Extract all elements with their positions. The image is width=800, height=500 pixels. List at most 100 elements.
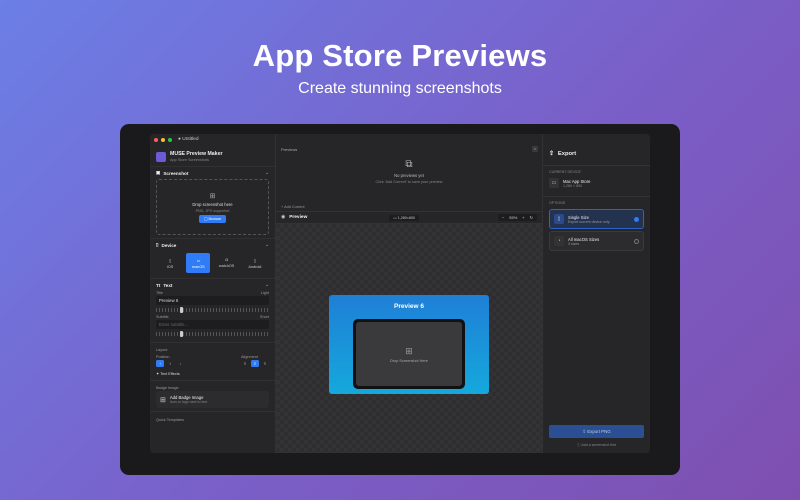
current-device: ▭ Mac App Store 1,280 × 800	[543, 176, 650, 197]
phone-icon: ▯	[169, 258, 172, 263]
title-size-slider[interactable]	[156, 307, 269, 313]
title-input[interactable]: Preview 6	[156, 296, 269, 305]
position-label: Position	[156, 355, 170, 359]
image-placeholder-icon: ⊞	[405, 345, 413, 356]
preview-canvas: Preview 6 ⊞ Drop Screenshot Here	[276, 224, 542, 453]
subtitle-weight[interactable]: Short	[260, 315, 269, 319]
export-icon: ⇪	[549, 151, 554, 157]
title-label: Title	[156, 291, 164, 295]
screenshot-section-header[interactable]: ▣ Screenshot ⌄	[156, 170, 269, 176]
app-subtitle: App Store Screenshots	[170, 158, 210, 162]
device-section-header[interactable]: ▯ Device ⌄	[156, 242, 269, 248]
zoom-controls: − 55% + ↻	[497, 214, 537, 221]
device-section: ▯ Device ⌄ ▯ iOS ▭ macOS ◘ watchOS ▯ Android	[150, 238, 275, 278]
option-single-size[interactable]: ▯ Single Size Export current device only	[549, 209, 644, 229]
reset-zoom-icon[interactable]: ↻	[530, 215, 533, 220]
device-option-macos[interactable]: ▭ macOS	[186, 253, 211, 273]
preview-title: Preview	[289, 215, 308, 220]
title-weight[interactable]: Light	[261, 291, 269, 295]
eye-icon: ◉	[281, 215, 286, 220]
app-header: MUSE Preview Maker App Store Screenshots	[150, 145, 275, 166]
option-title: All macOS Sizes	[568, 236, 600, 242]
position-top-button[interactable]: ↑	[156, 360, 164, 367]
radio-selected[interactable]	[634, 216, 639, 222]
collapse-previews-button[interactable]: ×	[532, 146, 538, 152]
device-option-android[interactable]: ▯ Android	[243, 253, 267, 273]
card-title: Preview 6	[394, 303, 424, 310]
text-section-header[interactable]: Tt Text ⌄	[156, 282, 269, 288]
device-icon: ▯	[156, 242, 159, 247]
device-mockup: ⊞ Drop Screenshot Here	[353, 319, 465, 389]
previews-empty-state: ⧉ No previews yet Click 'Add Current' to…	[276, 159, 542, 184]
radio-unselected[interactable]	[634, 238, 639, 244]
image-add-icon: ⊞	[160, 396, 166, 404]
subtitle-input[interactable]: Enter subtitle...	[156, 320, 269, 329]
slider-knob[interactable]	[180, 307, 183, 313]
browse-button[interactable]: ▢ Browse	[198, 214, 227, 223]
position-bottom-button[interactable]: ↓	[176, 360, 184, 367]
device-option-watchos[interactable]: ◘ watchOS	[215, 253, 239, 273]
empty-title: No previews yet	[394, 173, 424, 178]
previews-title: Previews	[281, 147, 298, 152]
zoom-out-button[interactable]: −	[502, 215, 504, 220]
add-current-button[interactable]: + Add Current	[281, 205, 305, 209]
position-center-button[interactable]: ↕	[166, 360, 174, 367]
laptop-icon: ▭	[549, 178, 559, 188]
quick-templates-label[interactable]: Quick Templates	[156, 418, 184, 422]
device-size: 1,280 × 800	[563, 183, 583, 188]
layout-label: Layout	[156, 348, 168, 352]
hero-title: App Store Previews	[252, 38, 548, 73]
app-name: MUSE Preview Maker	[170, 151, 223, 157]
center-panel: Previews × ⧉ No previews yet Click 'Add …	[276, 134, 542, 453]
titlebar: ● Untitled	[150, 134, 275, 145]
options-label: OPTIONS	[549, 201, 566, 205]
window-title: ● Untitled	[178, 137, 199, 142]
drop-subtitle: PNG, JPG supported	[195, 208, 230, 213]
image-icon: ▣	[156, 170, 161, 175]
align-left-button[interactable]: ≡	[241, 360, 249, 367]
chevron-down-icon: ⌄	[265, 242, 269, 247]
screenshot-drop-zone[interactable]: ⊞ Drop screenshot here PNG, JPG supporte…	[156, 179, 269, 235]
option-subtitle: Export current device only	[568, 219, 610, 224]
screenshot-drop-target[interactable]: ⊞ Drop Screenshot Here	[356, 322, 462, 386]
screenshot-section: ▣ Screenshot ⌄ ⊞ Drop screenshot here PN…	[150, 166, 275, 238]
current-device-label: CURRENT DEVICE	[549, 170, 581, 174]
badge-section: Badge Image ⊞ Add Badge Image Icon or lo…	[150, 380, 275, 411]
option-all-sizes[interactable]: ◔ All macOS Sizes 3 sizes	[549, 231, 644, 251]
laptop-icon: ▭	[196, 258, 201, 263]
option-subtitle: 3 sizes	[568, 241, 580, 246]
minimize-window-button[interactable]	[161, 137, 165, 142]
preview-card[interactable]: Preview 6 ⊞ Drop Screenshot Here	[329, 295, 489, 394]
app-window: ● Untitled MUSE Preview Maker App Store …	[150, 134, 650, 453]
drop-screenshot-text: Drop Screenshot Here	[390, 358, 428, 363]
size-indicator: ▭ 1,280×800	[389, 214, 419, 221]
close-window-button[interactable]	[154, 137, 158, 142]
export-hint: ⓘ Add a screenshot first	[576, 443, 617, 447]
badge-subtitle: Icon or logo next to text	[169, 400, 208, 404]
export-png-button[interactable]: ⇪ Export PNG	[549, 425, 644, 438]
preview-toolbar: ◉ Preview ▭ 1,280×800 − 55% + ↻	[276, 212, 542, 224]
device-name: Mac App Store	[563, 178, 591, 184]
zoom-level: 55%	[509, 215, 518, 220]
subtitle-size-slider[interactable]	[156, 331, 269, 337]
subtitle-label: Subtitle	[156, 315, 169, 319]
align-center-button[interactable]: ≡	[251, 360, 259, 367]
slider-knob[interactable]	[180, 331, 183, 337]
multi-size-icon: ◔	[554, 236, 564, 246]
device-option-ios[interactable]: ▯ iOS	[158, 253, 182, 273]
text-section: Tt Text ⌄ Title Light Preview 6 Subtitle S…	[150, 278, 275, 342]
image-upload-icon: ⊞	[209, 192, 216, 200]
single-size-icon: ▯	[554, 214, 564, 224]
empty-subtitle: Click 'Add Current' to save your preview	[375, 180, 443, 184]
text-effects-toggle[interactable]: ✦ Text Effects	[156, 371, 180, 376]
export-panel: ⇪ Export CURRENT DEVICE ▭ Mac App Store …	[542, 134, 650, 453]
watch-icon: ◘	[225, 258, 228, 262]
align-right-button[interactable]: ≡	[261, 360, 269, 367]
device-picker: ▯ iOS ▭ macOS ◘ watchOS ▯ Android	[156, 251, 269, 275]
badge-image-label: Badge Image	[156, 386, 179, 390]
hero-subtitle: Create stunning screenshots	[298, 80, 502, 97]
zoom-window-button[interactable]	[168, 137, 172, 142]
export-header: ⇪ Export	[543, 134, 650, 166]
add-badge-button[interactable]: ⊞ Add Badge Image Icon or logo next to t…	[156, 391, 269, 408]
zoom-in-button[interactable]: +	[522, 215, 524, 220]
